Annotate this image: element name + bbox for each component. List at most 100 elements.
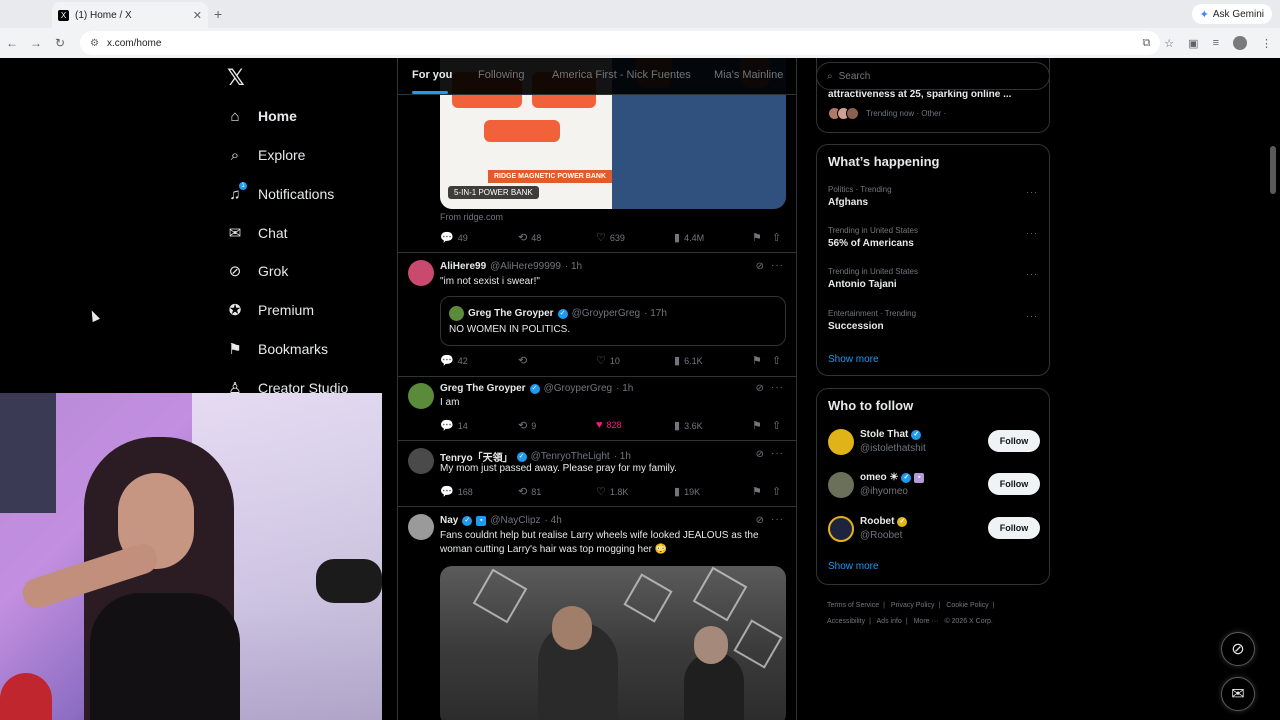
- views-button[interactable]: ▮ 3.6K: [674, 419, 703, 432]
- reply-button[interactable]: 💬 168: [440, 485, 473, 498]
- footer-privacy[interactable]: Privacy Policy: [891, 602, 935, 609]
- author-handle[interactable]: @NayClipz: [490, 515, 540, 526]
- more-icon[interactable]: ···: [1026, 187, 1038, 197]
- profile-avatar[interactable]: [1233, 36, 1247, 50]
- bookmark-button[interactable]: ⚑: [752, 419, 762, 432]
- repost-button[interactable]: ⟲ 81: [518, 485, 541, 498]
- avatar[interactable]: [828, 472, 854, 498]
- tab-america-first[interactable]: America First - Nick Fuentes: [552, 69, 691, 81]
- follow-suggestion[interactable]: omeo ☀ ✓ ▪ @ihyomeo Follow: [828, 470, 1040, 500]
- ask-gemini-button[interactable]: ✦ Ask Gemini: [1191, 4, 1272, 24]
- bookmark-button[interactable]: ⚑: [752, 485, 762, 498]
- reply-button[interactable]: 💬 42: [440, 354, 468, 367]
- browser-tab[interactable]: X (1) Home / X ✕: [52, 2, 208, 28]
- page-scrollbar[interactable]: [1270, 146, 1276, 194]
- tab-following[interactable]: Following: [478, 69, 524, 81]
- avatar[interactable]: [408, 260, 434, 286]
- browser-menu-icon[interactable]: ⋮: [1261, 37, 1272, 50]
- more-icon[interactable]: ···: [1026, 228, 1038, 238]
- author-handle[interactable]: @GroyperGreg: [544, 383, 613, 394]
- nav-explore[interactable]: ⌕ Explore: [226, 146, 306, 164]
- bookmark-button[interactable]: ⚑: [752, 231, 762, 244]
- author-name[interactable]: Nay: [440, 515, 458, 526]
- bookmark-star-icon[interactable]: ☆: [1164, 37, 1174, 50]
- footer-cookie[interactable]: Cookie Policy: [946, 602, 988, 609]
- follow-suggestion[interactable]: Stole That ✓ @istolethatshit Follow: [828, 427, 1040, 457]
- nav-home[interactable]: ⌂ Home: [226, 107, 296, 125]
- follow-button[interactable]: Follow: [988, 473, 1040, 495]
- avatar[interactable]: [408, 448, 434, 474]
- post-time[interactable]: · 1h: [614, 451, 631, 462]
- extensions-icon[interactable]: ≡: [1213, 37, 1219, 49]
- grok-icon[interactable]: ⊘: [756, 515, 764, 526]
- more-icon[interactable]: ···: [1026, 311, 1038, 321]
- avatar[interactable]: [828, 516, 854, 542]
- address-bar[interactable]: ⚙ x.com/home: [80, 31, 1160, 55]
- author-handle[interactable]: @TenryoTheLight: [531, 451, 610, 462]
- views-button[interactable]: ▮ 4.4M: [674, 231, 704, 244]
- author-name[interactable]: AliHere99: [440, 261, 486, 272]
- more-icon[interactable]: ···: [771, 514, 784, 525]
- tab-for-you[interactable]: For you: [412, 69, 452, 81]
- footer-more[interactable]: More ···: [914, 618, 939, 625]
- trend-item[interactable]: Entertainment · Trending Succession ···: [828, 309, 1038, 332]
- share-button[interactable]: ⇧: [772, 485, 781, 498]
- site-settings-icon[interactable]: ⚙: [90, 38, 99, 49]
- quoted-post[interactable]: Greg The Groyper ✓ @GroyperGreg · 17h NO…: [440, 296, 786, 346]
- trend-item[interactable]: Trending in United States 56% of America…: [828, 226, 1038, 249]
- repost-button[interactable]: ⟲: [518, 354, 531, 367]
- nav-chat[interactable]: ✉ Chat: [226, 224, 288, 242]
- more-icon[interactable]: ···: [771, 382, 784, 393]
- follow-suggestion[interactable]: Roobet ✓ @Roobet Follow: [828, 514, 1040, 544]
- messages-fab-button[interactable]: ✉: [1221, 677, 1255, 711]
- show-more-link[interactable]: Show more: [828, 561, 879, 572]
- like-button[interactable]: ♡ 1.8K: [596, 485, 628, 498]
- footer-terms[interactable]: Terms of Service: [827, 602, 879, 609]
- grok-fab-button[interactable]: ⊘: [1221, 632, 1255, 666]
- trend-item[interactable]: Politics · Trending Afghans ···: [828, 185, 1038, 208]
- footer-accessibility[interactable]: Accessibility: [827, 618, 865, 625]
- more-icon[interactable]: ···: [771, 448, 784, 459]
- share-button[interactable]: ⇧: [772, 419, 781, 432]
- avatar[interactable]: [408, 383, 434, 409]
- follow-button[interactable]: Follow: [988, 517, 1040, 539]
- reload-icon[interactable]: ↻: [48, 36, 72, 50]
- x-logo-icon[interactable]: 𝕏: [227, 66, 245, 91]
- close-tab-icon[interactable]: ✕: [193, 9, 202, 22]
- author-name[interactable]: Greg The Groyper: [440, 383, 526, 394]
- side-panel-icon[interactable]: ▣: [1188, 37, 1198, 50]
- author-handle[interactable]: @AliHere99999: [490, 261, 561, 272]
- post-time[interactable]: · 4h: [545, 515, 562, 526]
- grok-icon[interactable]: ⊘: [756, 261, 764, 272]
- views-button[interactable]: ▮ 19K: [674, 485, 700, 498]
- like-button[interactable]: ♡ 639: [596, 231, 625, 244]
- views-button[interactable]: ▮ 6.1K: [674, 354, 703, 367]
- like-button[interactable]: ♥ 828: [596, 419, 622, 431]
- repost-button[interactable]: ⟲ 9: [518, 419, 536, 432]
- nav-premium[interactable]: ✪ Premium: [226, 301, 314, 319]
- bookmark-button[interactable]: ⚑: [752, 354, 762, 367]
- install-app-icon[interactable]: ⧉: [1142, 37, 1150, 50]
- reply-button[interactable]: 💬 49: [440, 231, 468, 244]
- reply-button[interactable]: 💬 14: [440, 419, 468, 432]
- forward-icon[interactable]: →: [24, 36, 48, 50]
- trend-item[interactable]: Trending in United States Antonio Tajani…: [828, 267, 1038, 290]
- post-time[interactable]: · 1h: [616, 383, 633, 394]
- share-button[interactable]: ⇧: [772, 231, 781, 244]
- repost-button[interactable]: ⟲ 48: [518, 231, 541, 244]
- avatar[interactable]: [408, 514, 434, 540]
- more-icon[interactable]: ···: [771, 260, 784, 271]
- search-input[interactable]: ⌕ Search: [816, 62, 1050, 90]
- avatar[interactable]: [828, 429, 854, 455]
- tab-mias-mainline[interactable]: Mia's Mainline: [714, 69, 783, 81]
- post-video[interactable]: [440, 566, 786, 720]
- follow-button[interactable]: Follow: [988, 430, 1040, 452]
- show-more-link[interactable]: Show more: [828, 354, 879, 365]
- more-icon[interactable]: ···: [1026, 269, 1038, 279]
- ad-source[interactable]: From ridge.com: [440, 212, 503, 222]
- grok-icon[interactable]: ⊘: [756, 449, 764, 460]
- grok-icon[interactable]: ⊘: [756, 383, 764, 394]
- nav-bookmarks[interactable]: ⚑ Bookmarks: [226, 340, 328, 358]
- nav-notifications[interactable]: ♫ 1 Notifications: [226, 182, 334, 203]
- like-button[interactable]: ♡ 10: [596, 354, 620, 367]
